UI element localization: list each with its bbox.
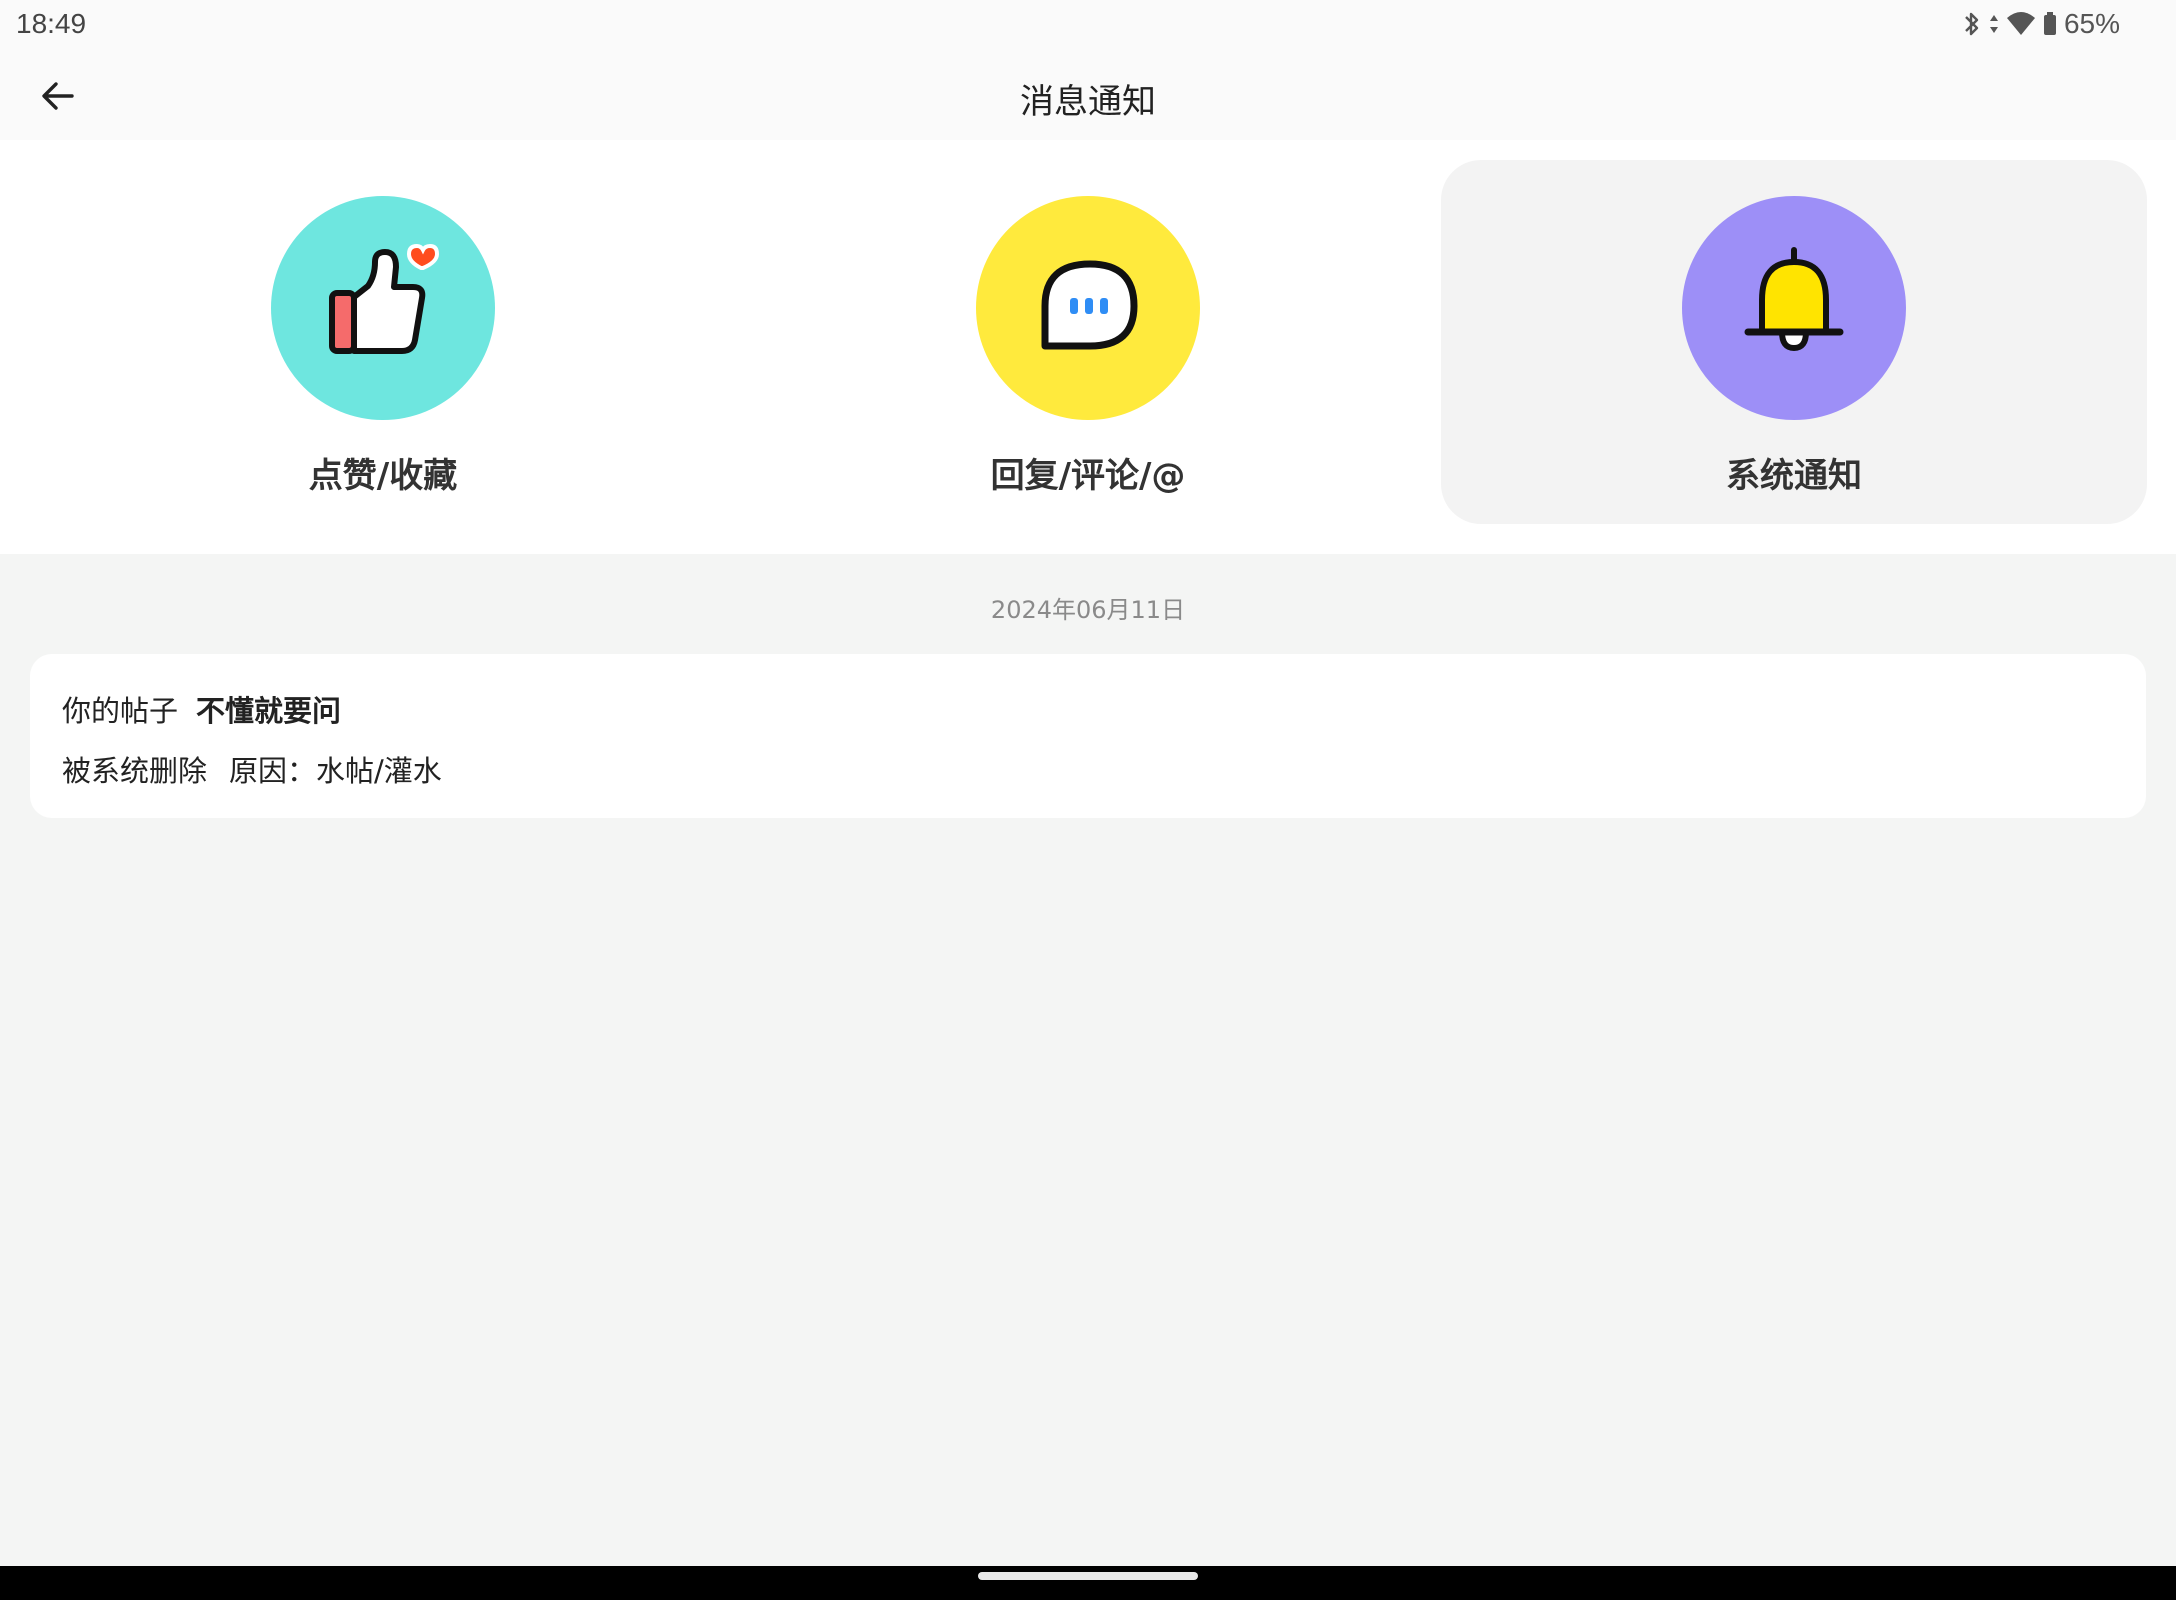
notification-line-2: 被系统删除 原因：水帖/灌水 [62, 748, 442, 790]
status-icons: 65% [1962, 8, 2120, 40]
category-system-notices[interactable]: 系统通知 [1441, 160, 2147, 524]
status-time: 18:49 [16, 8, 87, 39]
notification-post-title: 不懂就要问 [196, 694, 342, 728]
notification-date: 2024年06月11日 [990, 596, 1186, 624]
notification-line-1: 你的帖子 不懂就要问 [62, 688, 341, 730]
header: 消息通知 [0, 50, 2176, 140]
notification-card[interactable]: 你的帖子 不懂就要问 被系统删除 原因：水帖/灌水 [30, 654, 2146, 818]
battery-icon [2042, 10, 2058, 38]
bluetooth-icon [1962, 10, 1982, 38]
thumbs-up-heart-icon [313, 236, 453, 380]
category-replies-comments[interactable]: 回复/评论/@ [735, 160, 1441, 524]
replies-circle [976, 196, 1200, 420]
battery-percent: 65% [2063, 8, 2120, 39]
data-arrows-icon [1988, 10, 2000, 38]
notification-prefix: 你的帖子 [62, 694, 179, 728]
category-label: 系统通知 [1726, 456, 1862, 496]
likes-circle [271, 196, 495, 420]
category-label: 点赞/收藏 [308, 456, 458, 496]
category-label: 回复/评论/@ [990, 456, 1186, 496]
bell-icon [1724, 236, 1864, 380]
page-title: 消息通知 [1020, 82, 1156, 122]
home-indicator[interactable] [978, 1572, 1198, 1580]
category-likes-favorites[interactable]: 点赞/收藏 [30, 160, 736, 524]
notification-reason: 原因：水帖/灌水 [229, 754, 442, 788]
wifi-icon [2006, 10, 2036, 38]
status-bar: 18:49 65% [0, 0, 2176, 50]
navigation-bar [0, 1566, 2176, 1600]
notification-action: 被系统删除 [62, 754, 208, 788]
category-panel: 点赞/收藏 回复/评论/@ 系统通知 [0, 140, 2176, 554]
chat-bubble-icon [1018, 236, 1158, 380]
system-circle [1682, 196, 1906, 420]
